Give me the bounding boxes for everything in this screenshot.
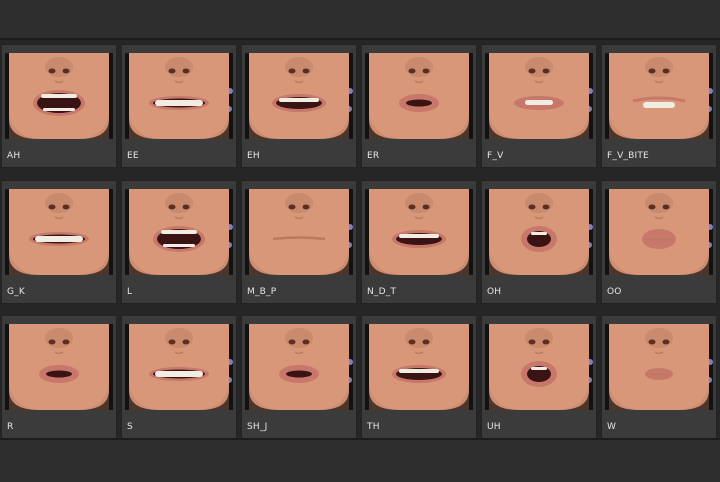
viseme-card[interactable]: F_V <box>481 44 597 168</box>
viseme-label: ER <box>367 151 380 161</box>
viseme-thumbnail <box>5 189 113 275</box>
face-mouth-image <box>365 189 473 275</box>
viseme-card[interactable]: F_V_BITE <box>601 44 717 168</box>
viseme-label: L <box>127 287 133 297</box>
face-mouth-image <box>5 189 113 275</box>
viseme-card[interactable]: OH <box>481 180 597 304</box>
viseme-card[interactable]: AH <box>1 44 117 168</box>
face-mouth-image <box>245 189 353 275</box>
viseme-label: R <box>7 422 14 432</box>
viseme-thumbnail <box>125 324 233 410</box>
viseme-card[interactable]: L <box>121 180 237 304</box>
viseme-card[interactable]: SH_J <box>241 315 357 439</box>
viseme-grid: AH EE EH ER F_V F_V_BITE G_K L M_B_P N_D… <box>0 40 720 439</box>
viseme-label: W <box>607 422 617 432</box>
viseme-card[interactable]: R <box>1 315 117 439</box>
viseme-thumbnail <box>125 189 233 275</box>
viseme-label: EH <box>247 151 260 161</box>
face-mouth-image <box>485 324 593 410</box>
viseme-label: G_K <box>7 287 25 297</box>
face-mouth-image <box>605 53 713 139</box>
face-mouth-image <box>485 189 593 275</box>
face-mouth-image <box>125 324 233 410</box>
viseme-card[interactable]: OO <box>601 180 717 304</box>
bottom-panel <box>0 438 720 482</box>
viseme-card[interactable]: M_B_P <box>241 180 357 304</box>
viseme-thumbnail <box>245 53 353 139</box>
viseme-label: N_D_T <box>367 287 397 297</box>
viseme-label: F_V <box>487 151 504 161</box>
viseme-card[interactable]: ER <box>361 44 477 168</box>
viseme-card[interactable]: UH <box>481 315 597 439</box>
face-mouth-image <box>245 324 353 410</box>
viseme-thumbnail <box>245 324 353 410</box>
viseme-label: SH_J <box>247 422 268 432</box>
viseme-label: UH <box>487 422 501 432</box>
viseme-thumbnail <box>5 53 113 139</box>
viseme-thumbnail <box>365 324 473 410</box>
top-toolbar <box>0 0 720 40</box>
viseme-card[interactable]: S <box>121 315 237 439</box>
viseme-label: F_V_BITE <box>607 151 649 161</box>
viseme-card[interactable]: TH <box>361 315 477 439</box>
viseme-thumbnail <box>245 189 353 275</box>
viseme-thumbnail <box>365 53 473 139</box>
viseme-card[interactable]: EE <box>121 44 237 168</box>
viseme-thumbnail <box>605 53 713 139</box>
viseme-thumbnail <box>485 189 593 275</box>
face-mouth-image <box>125 189 233 275</box>
viseme-label: OO <box>607 287 622 297</box>
face-mouth-image <box>605 189 713 275</box>
viseme-thumbnail <box>365 189 473 275</box>
viseme-label: M_B_P <box>247 287 277 297</box>
viseme-thumbnail <box>605 189 713 275</box>
viseme-label: EE <box>127 151 139 161</box>
viseme-card[interactable]: EH <box>241 44 357 168</box>
face-mouth-image <box>605 324 713 410</box>
face-mouth-image <box>365 53 473 139</box>
viseme-thumbnail <box>485 53 593 139</box>
viseme-label: AH <box>7 151 21 161</box>
viseme-thumbnail <box>605 324 713 410</box>
face-mouth-image <box>125 53 233 139</box>
viseme-label: TH <box>367 422 380 432</box>
face-mouth-image <box>5 53 113 139</box>
viseme-card[interactable]: N_D_T <box>361 180 477 304</box>
face-mouth-image <box>5 324 113 410</box>
viseme-label: S <box>127 422 133 432</box>
face-mouth-image <box>485 53 593 139</box>
viseme-thumbnail <box>125 53 233 139</box>
viseme-thumbnail <box>485 324 593 410</box>
face-mouth-image <box>245 53 353 139</box>
viseme-card[interactable]: G_K <box>1 180 117 304</box>
viseme-card[interactable]: W <box>601 315 717 439</box>
viseme-thumbnail <box>5 324 113 410</box>
viseme-label: OH <box>487 287 502 297</box>
face-mouth-image <box>365 324 473 410</box>
